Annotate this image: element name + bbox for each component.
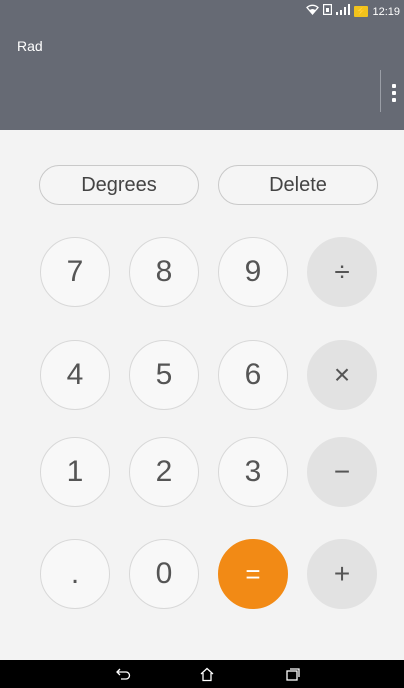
home-icon[interactable] bbox=[197, 665, 217, 683]
key-2[interactable]: 2 bbox=[129, 437, 199, 507]
multiply-button[interactable]: × bbox=[307, 340, 377, 410]
key-7[interactable]: 7 bbox=[40, 237, 110, 307]
divide-button[interactable]: ÷ bbox=[307, 237, 377, 307]
signal-icon bbox=[336, 4, 351, 19]
status-bar: ⚡ 12:19 bbox=[0, 0, 404, 24]
sim-icon bbox=[323, 4, 333, 19]
back-icon[interactable] bbox=[113, 665, 133, 683]
key-0[interactable]: 0 bbox=[129, 539, 199, 609]
status-icons: ⚡ 12:19 bbox=[306, 4, 400, 19]
display-divider bbox=[380, 70, 381, 112]
equals-button[interactable]: = bbox=[218, 539, 288, 609]
key-9[interactable]: 9 bbox=[218, 237, 288, 307]
delete-button[interactable]: Delete bbox=[218, 165, 378, 205]
decimal-point-button[interactable]: . bbox=[40, 539, 110, 609]
calculator-display: Rad bbox=[0, 24, 404, 130]
key-5[interactable]: 5 bbox=[129, 340, 199, 410]
key-1[interactable]: 1 bbox=[40, 437, 110, 507]
plus-button[interactable]: + bbox=[307, 539, 377, 609]
degrees-button[interactable]: Degrees bbox=[39, 165, 199, 205]
recents-icon[interactable] bbox=[283, 665, 303, 683]
key-4[interactable]: 4 bbox=[40, 340, 110, 410]
key-3[interactable]: 3 bbox=[218, 437, 288, 507]
wifi-icon bbox=[306, 4, 320, 19]
battery-charging-icon: ⚡ bbox=[354, 6, 369, 17]
minus-button[interactable]: − bbox=[307, 437, 377, 507]
key-6[interactable]: 6 bbox=[218, 340, 288, 410]
status-time: 12:19 bbox=[372, 5, 400, 18]
navigation-bar bbox=[0, 660, 404, 688]
overflow-menu-icon[interactable] bbox=[388, 80, 400, 106]
keypad: Degrees Delete 7 8 9 ÷ 4 5 6 × 1 2 3 − .… bbox=[0, 130, 404, 660]
angle-mode-indicator: Rad bbox=[17, 38, 43, 54]
key-8[interactable]: 8 bbox=[129, 237, 199, 307]
